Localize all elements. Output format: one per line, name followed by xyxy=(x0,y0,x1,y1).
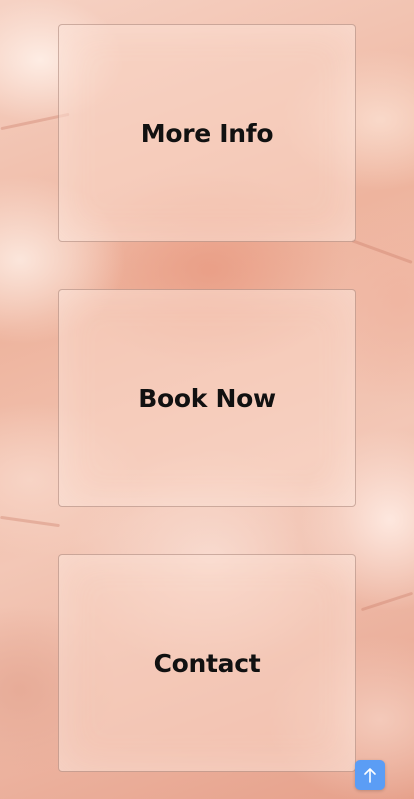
arrow-up-icon xyxy=(364,768,376,783)
background-texture xyxy=(351,239,413,264)
background-texture xyxy=(360,591,414,612)
scroll-to-top-button[interactable] xyxy=(355,760,385,790)
contact-label: Contact xyxy=(153,648,261,678)
contact-card[interactable]: Contact xyxy=(58,554,356,772)
more-info-card[interactable]: More Info xyxy=(58,24,356,242)
more-info-label: More Info xyxy=(140,118,274,148)
book-now-card[interactable]: Book Now xyxy=(58,289,356,507)
background-texture xyxy=(0,515,60,528)
book-now-label: Book Now xyxy=(138,383,276,413)
